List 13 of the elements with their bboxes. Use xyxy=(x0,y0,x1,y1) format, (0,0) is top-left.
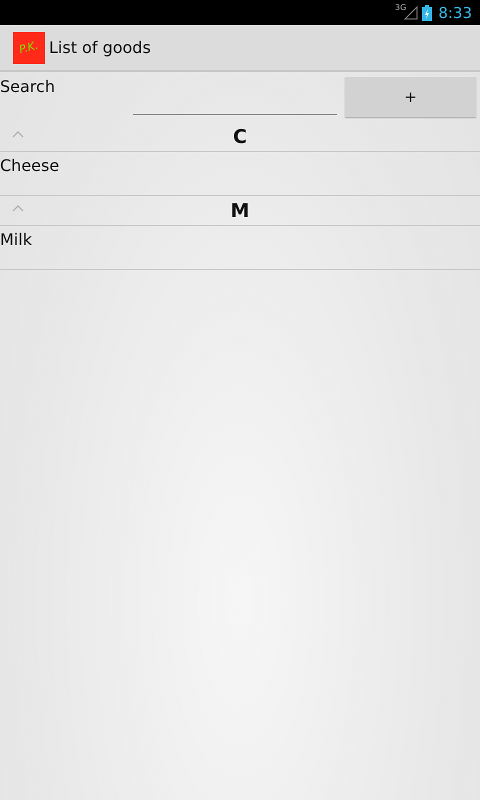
list-item[interactable]: Cheese xyxy=(0,152,480,196)
network-type: 3G xyxy=(395,3,406,12)
battery-icon xyxy=(422,4,432,20)
group-letter: C xyxy=(233,126,247,148)
group-header[interactable]: M xyxy=(0,196,480,226)
search-label: Search xyxy=(0,77,56,98)
group-letter: M xyxy=(230,200,250,222)
add-button[interactable]: + xyxy=(345,77,476,117)
group-header[interactable]: C xyxy=(0,122,480,152)
app-title: List of goods xyxy=(49,38,151,57)
signal-icon xyxy=(404,6,418,20)
clock: 8:33 xyxy=(438,4,472,22)
list-item[interactable]: Milk xyxy=(0,226,480,270)
